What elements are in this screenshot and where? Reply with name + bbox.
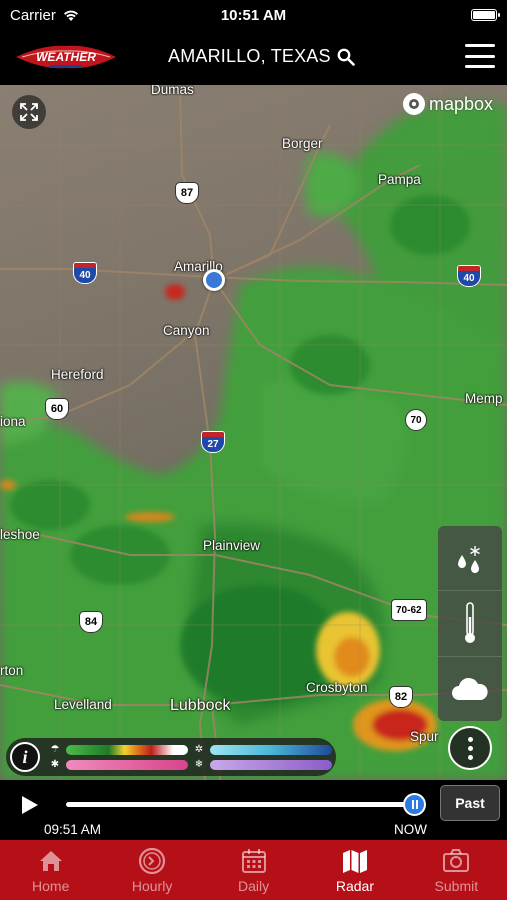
city-label: Hereford: [51, 367, 104, 382]
calendar-icon: [241, 849, 266, 873]
search-icon: [337, 48, 355, 66]
ice-legend-bar: [210, 759, 332, 770]
logo-text: WEATHER: [36, 50, 96, 64]
tab-daily[interactable]: Daily: [203, 840, 304, 900]
map-icon: [342, 850, 367, 873]
tab-label: Submit: [434, 878, 479, 894]
highway-shield: 84: [79, 611, 103, 633]
fullscreen-expand-icon[interactable]: [12, 95, 46, 129]
layer-panel: [438, 526, 502, 721]
rain-snow-icon: [458, 546, 480, 574]
past-button[interactable]: Past: [440, 785, 500, 821]
tab-submit[interactable]: Submit: [406, 840, 507, 900]
radar-timeline: 09:51 AM NOW Past: [0, 780, 507, 840]
wifi-icon: [63, 10, 78, 21]
battery-icon: [471, 9, 500, 21]
tab-label: Hourly: [131, 878, 173, 894]
city-label: Plainview: [203, 538, 261, 553]
tab-hourly[interactable]: Hourly: [101, 840, 202, 900]
highway-shield: 82: [389, 686, 413, 708]
status-bar: Carrier 10:51 AM: [0, 0, 507, 30]
interstate-shield: 40: [457, 265, 481, 287]
more-options-icon[interactable]: [448, 726, 492, 770]
tab-home[interactable]: Home: [0, 840, 101, 900]
tab-label: Daily: [237, 878, 270, 894]
city-label: Spur: [410, 729, 439, 744]
radar-legend: i ☂ ✲ ✱ ❄: [6, 738, 336, 776]
snow-legend-icon: ✲: [194, 743, 204, 755]
interstate-shield: 40: [73, 262, 97, 284]
rain-legend-bar: [66, 744, 188, 755]
play-icon[interactable]: [22, 796, 38, 814]
camera-icon: [443, 849, 470, 872]
timeline-slider-thumb[interactable]: [403, 793, 426, 816]
mix-legend-icon: ✱: [50, 758, 60, 770]
city-label: iona: [0, 414, 26, 429]
thermometer-icon: [465, 602, 475, 644]
timeline-start-time: 09:51 AM: [44, 822, 102, 837]
current-location-marker: [203, 269, 225, 291]
tab-radar[interactable]: Radar: [304, 840, 405, 900]
carrier-label: Carrier: [10, 6, 56, 24]
tab-bar: Home Hourly Daily Radar Submit: [0, 840, 507, 900]
highway-shield: 70: [405, 409, 427, 431]
highway-shield: 70-62: [391, 599, 427, 621]
home-icon: [39, 851, 62, 871]
app-header: WEATHER AMARILLO, TEXAS: [0, 30, 507, 85]
cloud-icon: [452, 677, 488, 700]
hamburger-menu-icon[interactable]: [465, 44, 495, 68]
clock-icon: [139, 847, 166, 875]
city-label: leshoe: [0, 527, 40, 542]
city-label: Levelland: [54, 697, 112, 712]
mapbox-attribution: mapbox: [402, 93, 493, 115]
highway-shield: 60: [45, 398, 69, 420]
precip-type-layer-button[interactable]: [438, 526, 502, 592]
city-label: Memp: [465, 391, 503, 406]
radar-map[interactable]: mapbox Dumas Borger Pampa Amarillo Canyo…: [0, 85, 507, 780]
timeline-slider[interactable]: [66, 802, 414, 807]
ice-legend-icon: ❄: [194, 758, 204, 770]
timeline-end-label: NOW: [394, 822, 427, 837]
weather-logo[interactable]: WEATHER: [14, 42, 118, 72]
city-label: Crosbyton: [306, 680, 368, 695]
cloud-layer-button[interactable]: [438, 657, 502, 721]
location-selector[interactable]: AMARILLO, TEXAS: [168, 46, 355, 67]
city-label: Pampa: [378, 172, 421, 187]
city-label: Canyon: [163, 323, 210, 338]
interstate-shield: 27: [201, 431, 225, 453]
snow-legend-bar: [210, 744, 332, 755]
highway-shield: 87: [175, 182, 199, 204]
mapbox-text: mapbox: [428, 93, 493, 114]
city-label: rton: [0, 663, 24, 678]
city-label: Borger: [282, 136, 323, 151]
info-icon[interactable]: i: [10, 742, 40, 772]
location-label: AMARILLO, TEXAS: [168, 46, 331, 66]
radar-layer: [0, 85, 507, 780]
temperature-layer-button[interactable]: [438, 591, 502, 657]
mapbox-logo-icon: [402, 93, 425, 115]
tab-label: Radar: [335, 878, 374, 894]
rain-legend-icon: ☂: [50, 743, 60, 755]
mix-legend-bar: [66, 759, 188, 770]
tab-label: Home: [32, 878, 70, 894]
city-label: Lubbock: [170, 697, 231, 714]
city-label: Dumas: [151, 85, 194, 97]
